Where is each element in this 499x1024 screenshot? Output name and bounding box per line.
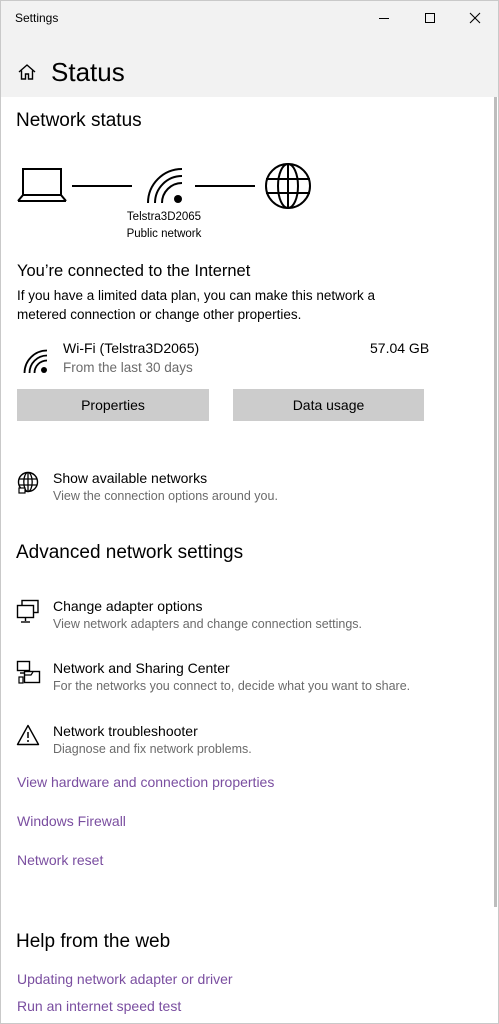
- updating-adapter-driver-link[interactable]: Updating network adapter or driver: [17, 971, 233, 987]
- main-content: Network status Telstra3D2065 Public netw…: [1, 97, 498, 1023]
- windows-firewall-link[interactable]: Windows Firewall: [17, 813, 126, 829]
- network-status-heading: Network status: [16, 110, 142, 131]
- window-title: Settings: [15, 11, 59, 25]
- wifi-adapter-period: From the last 30 days: [63, 360, 193, 375]
- internet-speed-test-link[interactable]: Run an internet speed test: [17, 998, 181, 1014]
- page-header: Status: [1, 35, 498, 97]
- connection-line-right: [195, 185, 255, 187]
- available-networks-icon: [17, 471, 39, 494]
- connection-line-left: [72, 185, 132, 187]
- page-title: Status: [51, 57, 125, 87]
- view-hardware-properties-link[interactable]: View hardware and connection properties: [17, 774, 274, 790]
- data-used-value: 57.04 GB: [370, 340, 430, 356]
- globe-icon: [265, 163, 311, 209]
- wifi-icon: [147, 168, 183, 204]
- connected-heading: You’re connected to the Internet: [17, 262, 251, 280]
- minimize-button[interactable]: [361, 1, 407, 35]
- sharing-center-subtitle: For the networks you connect to, decide …: [53, 679, 411, 693]
- help-heading: Help from the web: [16, 931, 171, 952]
- network-reset-link[interactable]: Network reset: [17, 852, 103, 868]
- network-name-label: Telstra3D2065: [126, 211, 202, 223]
- close-icon: [469, 12, 481, 24]
- warning-icon: [16, 724, 40, 746]
- data-usage-button[interactable]: Data usage: [233, 389, 424, 421]
- troubleshooter-title: Network troubleshooter: [53, 723, 198, 739]
- laptop-icon: [17, 168, 67, 202]
- change-adapter-title: Change adapter options: [53, 598, 203, 614]
- connection-description-1: If you have a limited data plan, you can…: [17, 288, 375, 303]
- available-networks-title: Show available networks: [53, 470, 208, 486]
- sharing-center-title: Network and Sharing Center: [53, 660, 230, 676]
- properties-button[interactable]: Properties: [17, 389, 209, 421]
- home-icon[interactable]: [17, 63, 37, 81]
- wifi-adapter-name: Wi-Fi (Telstra3D2065): [63, 340, 200, 356]
- close-button[interactable]: [452, 1, 498, 35]
- advanced-settings-heading: Advanced network settings: [16, 542, 244, 563]
- settings-window: Settings Status Network status Telstra3D…: [0, 0, 499, 1024]
- troubleshooter-subtitle: Diagnose and fix network problems.: [53, 742, 252, 756]
- maximize-icon: [425, 13, 435, 23]
- minimize-icon: [379, 18, 389, 19]
- maximize-button[interactable]: [407, 1, 453, 35]
- change-adapter-subtitle: View network adapters and change connect…: [53, 617, 362, 631]
- wifi-adapter-icon: [23, 349, 48, 374]
- sharing-icon: [16, 660, 41, 684]
- network-type-label: Public network: [126, 228, 202, 240]
- adapter-icon: [16, 599, 39, 623]
- title-bar: Settings: [1, 1, 498, 35]
- connection-description-2: metered connection or change other prope…: [17, 307, 302, 322]
- available-networks-subtitle: View the connection options around you.: [53, 489, 278, 503]
